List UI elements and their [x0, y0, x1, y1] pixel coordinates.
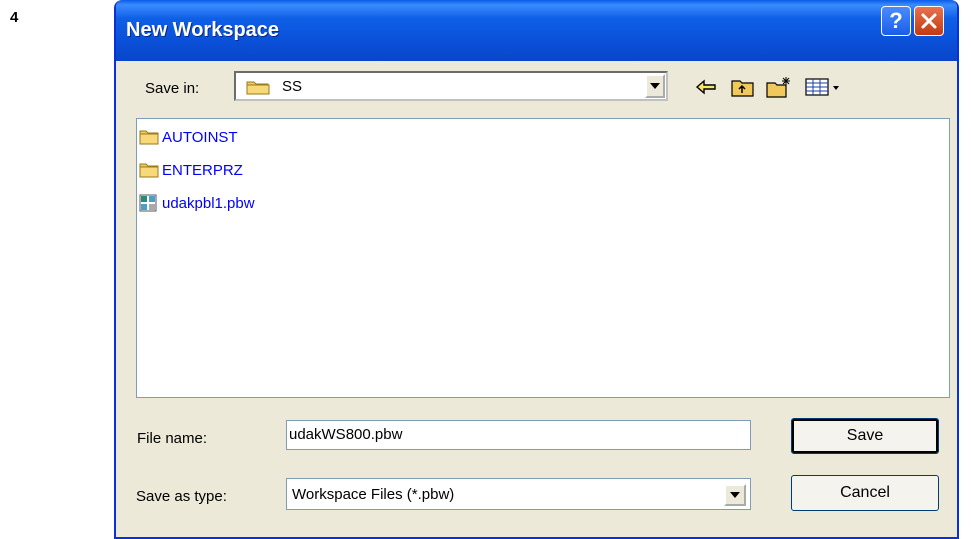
save-as-type-dropdown[interactable]: Workspace Files (*.pbw) [286, 478, 751, 510]
save-in-dropdown-button[interactable] [645, 74, 665, 98]
file-name-field[interactable]: udakWS800.pbw [286, 420, 751, 450]
save-button[interactable]: Save [791, 418, 939, 454]
file-list[interactable]: AUTOINST ENTERPRZ udakpbl1.pbw [136, 118, 950, 398]
create-new-folder-icon [766, 77, 790, 98]
up-one-level-icon [731, 80, 754, 97]
list-item-label: AUTOINST [162, 128, 238, 146]
list-item-label: ENTERPRZ [162, 161, 243, 179]
save-as-type-dropdown-button[interactable] [724, 484, 746, 506]
help-button[interactable]: ? [881, 6, 911, 36]
chevron-down-icon [650, 83, 660, 89]
step-number: 4 [10, 9, 19, 26]
save-in-dropdown[interactable]: SS [234, 71, 668, 101]
list-item[interactable]: ENTERPRZ [139, 160, 243, 180]
title-bar[interactable]: New Workspace ? [116, 0, 957, 61]
list-item[interactable]: AUTOINST [139, 127, 238, 147]
view-menu-button[interactable] [804, 76, 844, 98]
up-one-level-button[interactable] [730, 76, 756, 98]
help-icon: ? [889, 8, 903, 33]
close-icon [921, 13, 937, 29]
save-in-value: SS [282, 78, 303, 95]
view-menu-icon [805, 78, 839, 96]
folder-icon [246, 79, 270, 99]
back-button[interactable] [693, 76, 719, 98]
save-as-type-value: Workspace Files (*.pbw) [292, 486, 455, 503]
create-new-folder-button[interactable] [766, 76, 792, 98]
file-name-label: File name: [137, 430, 208, 447]
workspace-file-icon [139, 194, 159, 212]
close-button[interactable] [914, 6, 944, 36]
back-arrow-icon [695, 79, 716, 95]
save-as-type-label: Save as type: [136, 488, 227, 505]
new-workspace-dialog: New Workspace ? Save in: SS AUTOINST ENT… [114, 0, 959, 539]
list-item[interactable]: udakpbl1.pbw [139, 193, 255, 213]
list-item-label: udakpbl1.pbw [162, 194, 255, 212]
folder-icon [139, 161, 159, 179]
chevron-down-icon [730, 492, 740, 498]
save-in-label: Save in: [145, 80, 200, 97]
dialog-title: New Workspace [126, 19, 280, 41]
folder-icon [139, 128, 159, 146]
cancel-button[interactable]: Cancel [791, 475, 939, 511]
